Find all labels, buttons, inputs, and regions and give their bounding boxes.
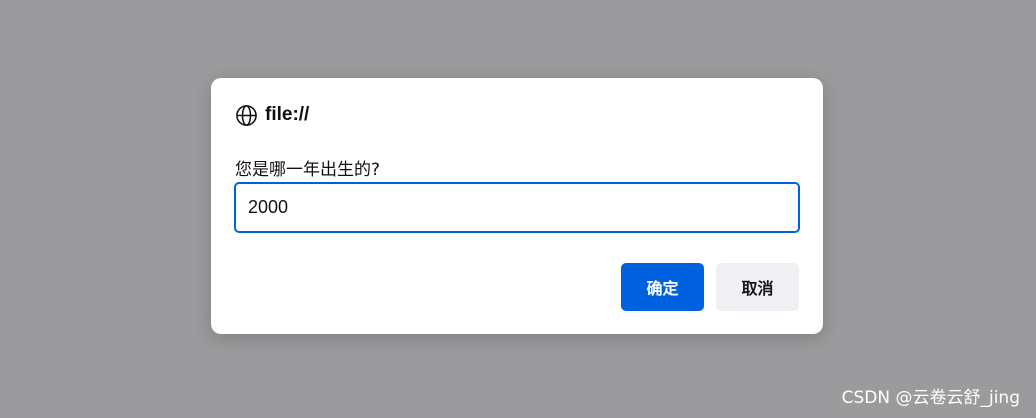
watermark-text: CSDN @云卷云舒_jing (841, 388, 1020, 408)
dialog-origin: file:// (235, 103, 309, 127)
ok-button[interactable]: 确定 (621, 263, 704, 311)
origin-text: file:// (265, 104, 310, 125)
prompt-dialog: file:// 您是哪一年出生的? 确定 取消 (211, 78, 823, 334)
prompt-input[interactable] (234, 182, 800, 233)
prompt-message: 您是哪一年出生的? (235, 160, 381, 180)
globe-icon (235, 104, 258, 127)
cancel-button[interactable]: 取消 (716, 263, 799, 311)
